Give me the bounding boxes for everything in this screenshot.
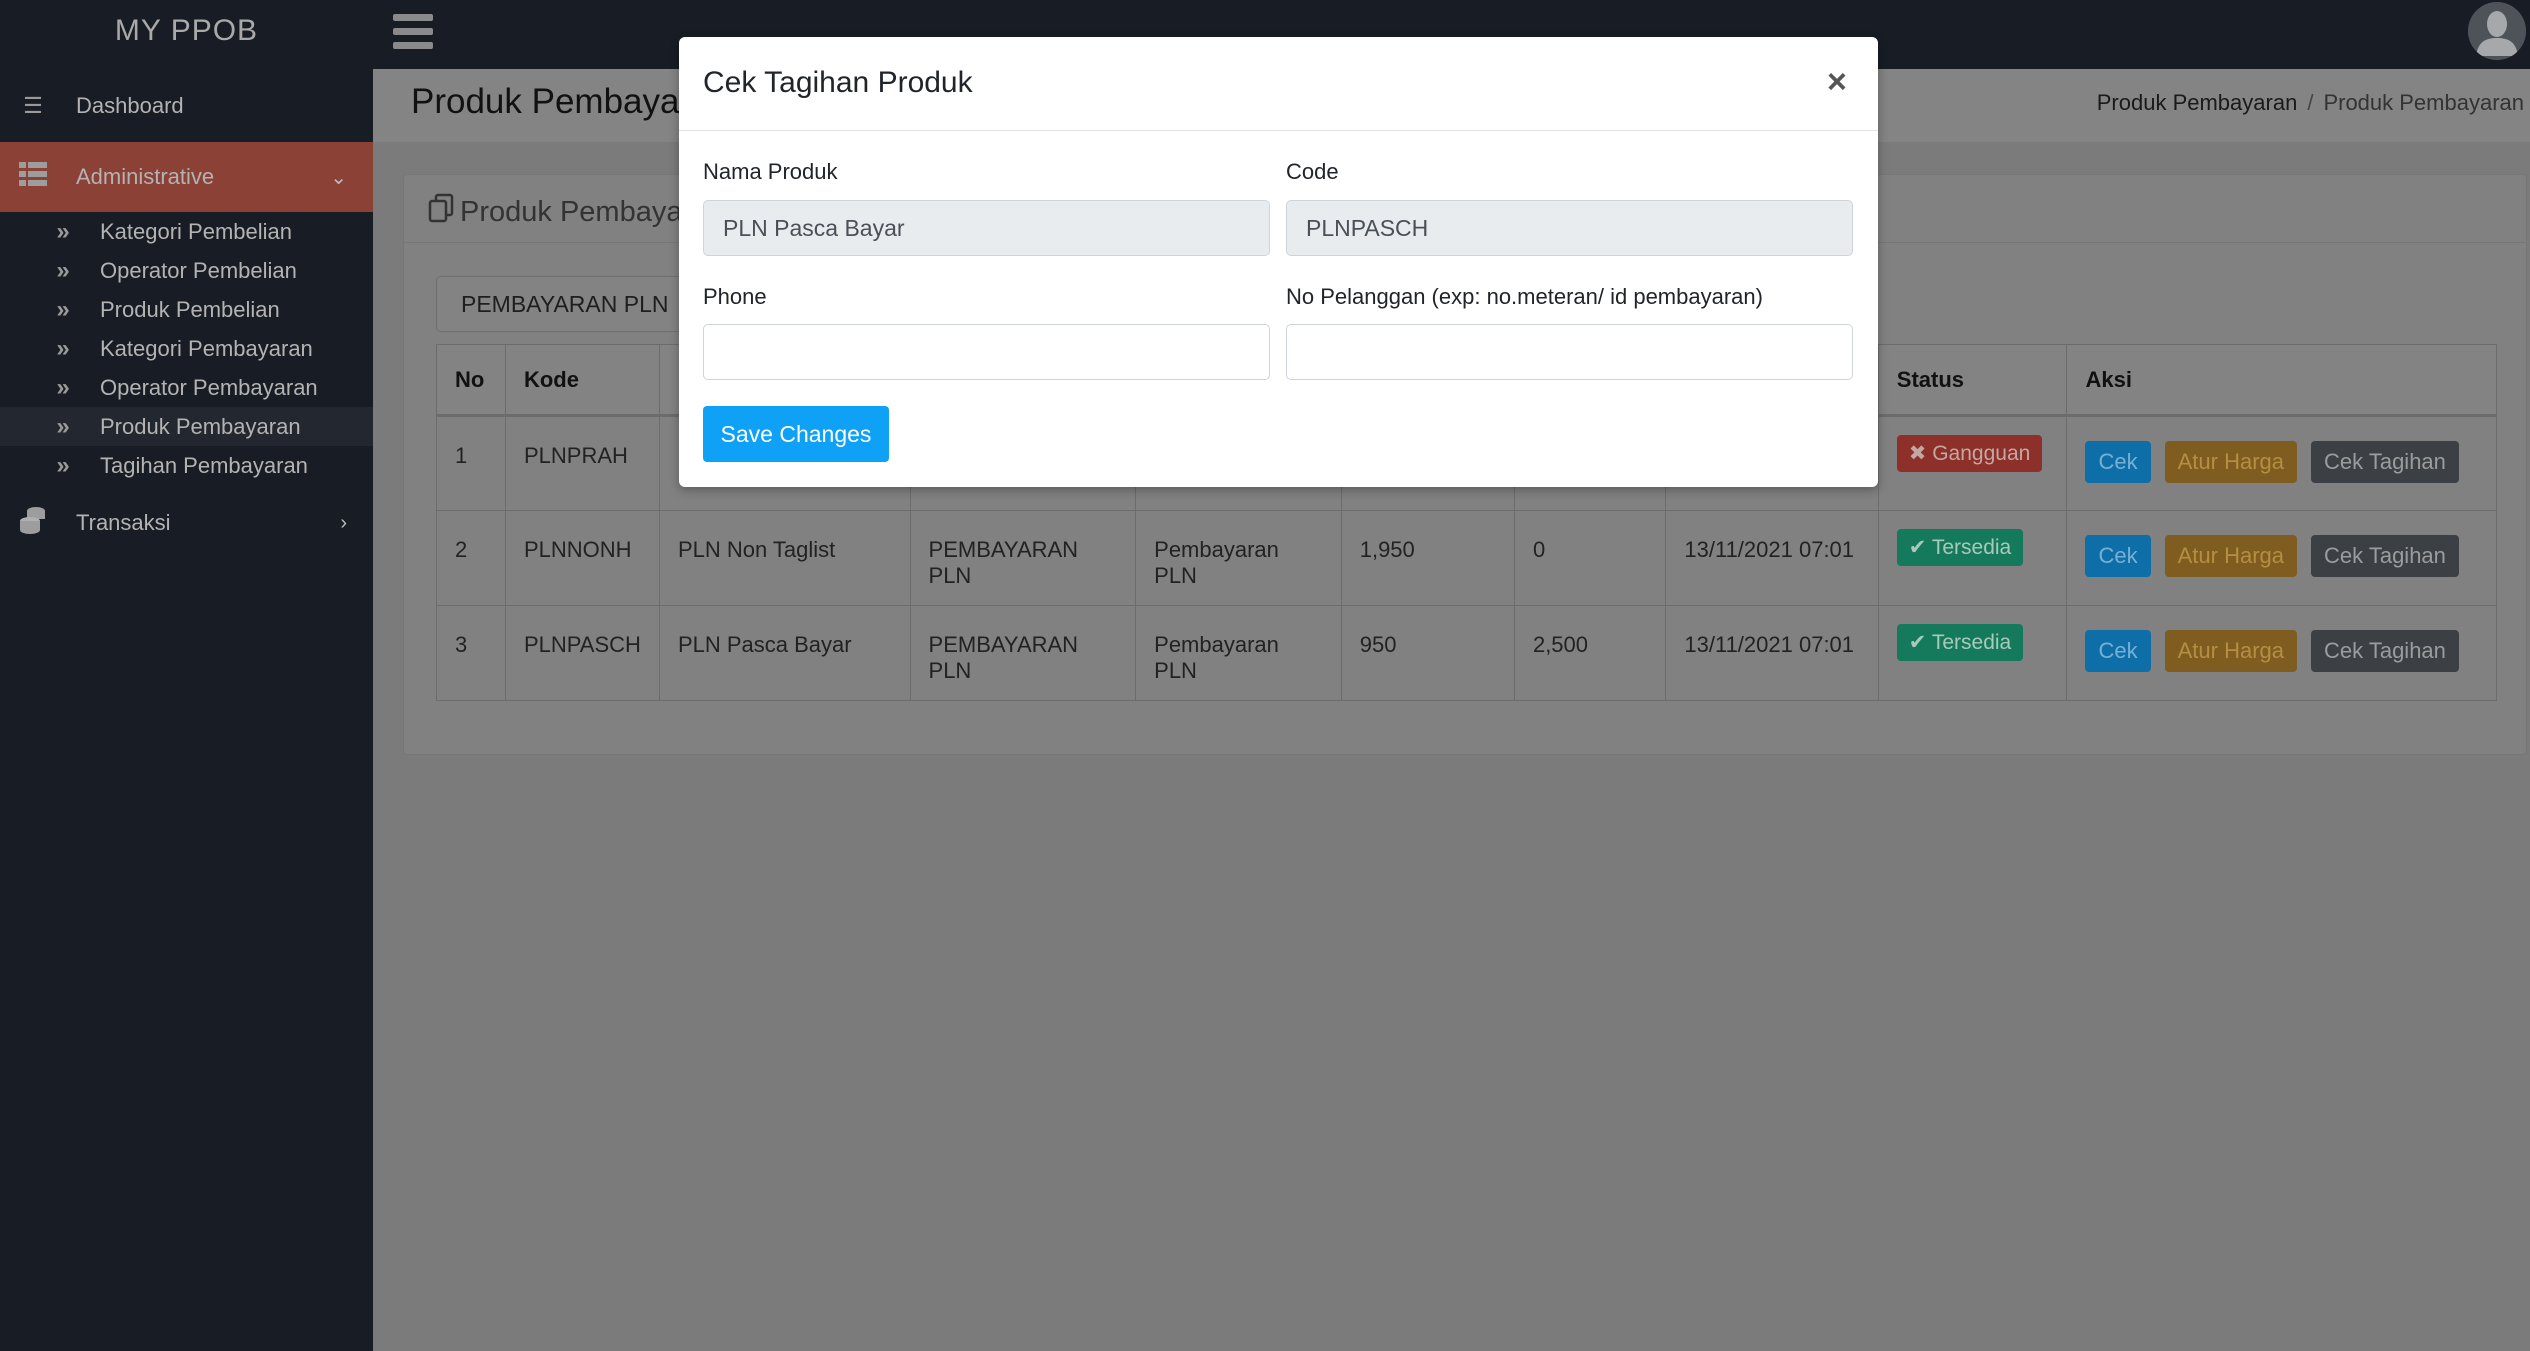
phone-label: Phone [703,284,767,309]
nama-produk-input[interactable] [703,200,1270,256]
no-pelanggan-label: No Pelanggan (exp: no.meteran/ id pembay… [1286,284,1763,309]
phone-input[interactable] [703,324,1270,380]
close-icon[interactable]: × [1827,63,1847,102]
code-input[interactable] [1286,200,1853,256]
cek-tagihan-modal: Cek Tagihan Produk × Nama Produk Code Ph… [679,37,1878,487]
code-label: Code [1286,159,1339,184]
modal-title: Cek Tagihan Produk [703,66,973,99]
modal-header: Cek Tagihan Produk × [679,37,1878,131]
save-changes-button[interactable]: Save Changes [703,406,889,462]
nama-produk-label: Nama Produk [703,159,838,184]
no-pelanggan-input[interactable] [1286,324,1853,380]
